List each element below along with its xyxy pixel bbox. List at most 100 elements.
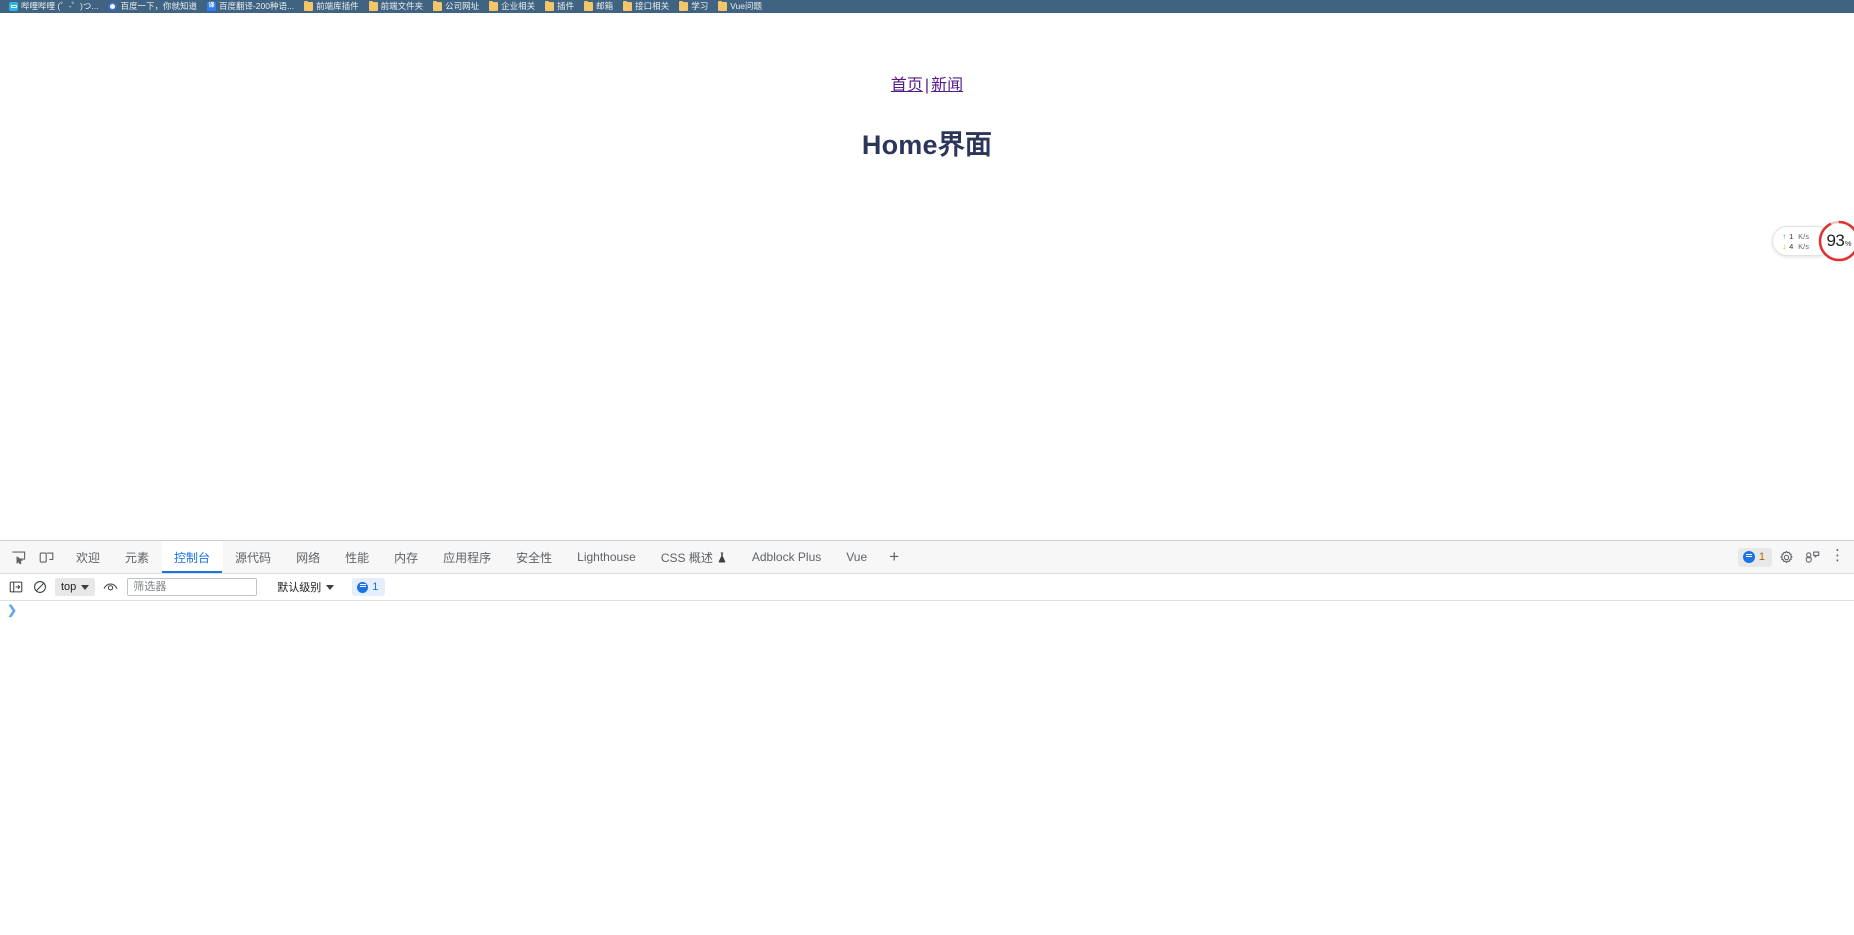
console-toolbar: top 默认级别 1 bbox=[0, 574, 1854, 601]
tab-label: 网络 bbox=[296, 550, 321, 565]
cpu-usage-text: 93 % bbox=[1826, 231, 1851, 251]
tab-adblock-plus[interactable]: Adblock Plus bbox=[740, 541, 834, 573]
bookmark-folder-vue-issues[interactable]: Vue问题 bbox=[713, 0, 767, 13]
bookmark-label: 公司网址 bbox=[445, 1, 480, 11]
console-output-area[interactable]: ❯ bbox=[0, 601, 1854, 935]
tab-console[interactable]: 控制台 bbox=[162, 541, 224, 573]
chevron-down-icon bbox=[81, 584, 90, 590]
tab-network[interactable]: 网络 bbox=[284, 541, 333, 573]
folder-icon bbox=[679, 0, 689, 11]
console-context-value: top bbox=[61, 581, 77, 593]
tab-label: 欢迎 bbox=[76, 550, 101, 565]
upload-speed-unit: K/s bbox=[1798, 231, 1809, 241]
more-options-icon[interactable]: ⋮ bbox=[1826, 544, 1850, 571]
tab-label: Vue bbox=[846, 550, 868, 564]
bookmark-folder-email[interactable]: 邮箱 bbox=[579, 0, 618, 13]
chevron-down-icon bbox=[326, 584, 335, 590]
page-viewport: 首页 | 新闻 Home界面 ↑ 1 K/s ↓ 4 K/s 93 % bbox=[0, 13, 1854, 540]
message-bubble-icon bbox=[357, 581, 369, 593]
upload-speed-value: 1 bbox=[1789, 231, 1794, 241]
tab-performance[interactable]: 性能 bbox=[333, 541, 382, 573]
bookmark-folder-api[interactable]: 接口相关 bbox=[618, 0, 674, 13]
gear-icon[interactable] bbox=[1774, 545, 1798, 569]
tab-application[interactable]: 应用程序 bbox=[431, 541, 504, 573]
console-prompt-input[interactable] bbox=[17, 603, 1854, 619]
console-levels-value: 默认级别 bbox=[277, 582, 322, 594]
bookmark-item-bilibili[interactable]: 哔哩哔哩 (゜-゜)つ... bbox=[4, 0, 103, 13]
console-sidebar-icon[interactable] bbox=[5, 577, 27, 597]
devtools-tab-list: 欢迎 元素 控制台 源代码 网络 性能 内存 应用程序 安全性 Lighthou… bbox=[64, 541, 1738, 573]
tab-vue[interactable]: Vue bbox=[834, 541, 880, 573]
page-nav: 首页 | 新闻 bbox=[0, 75, 1854, 97]
dock-side-icon[interactable] bbox=[1800, 545, 1824, 569]
tab-label: CSS 概述 bbox=[660, 550, 713, 565]
download-arrow-icon: ↓ bbox=[1782, 241, 1787, 251]
bookmark-folder-company-sites[interactable]: 公司网址 bbox=[428, 0, 484, 13]
bookmark-label: 前端库插件 bbox=[316, 1, 359, 11]
bookmark-label: 前端文件夹 bbox=[380, 1, 424, 11]
bookmark-folder-study[interactable]: 学习 bbox=[674, 0, 713, 13]
console-prompt-row[interactable]: ❯ bbox=[0, 601, 1854, 620]
bookmark-item-baidu[interactable]: 百度一下，你就知道 bbox=[103, 0, 202, 13]
folder-icon bbox=[545, 0, 555, 11]
tab-label: 源代码 bbox=[235, 550, 272, 565]
bookmark-folder-frontend-files[interactable]: 前端文件夹 bbox=[364, 0, 429, 13]
cpu-usage-symbol: % bbox=[1844, 239, 1852, 248]
nav-link-home[interactable]: 首页 bbox=[891, 77, 923, 94]
page-title: Home界面 bbox=[861, 130, 993, 161]
tab-label: Adblock Plus bbox=[751, 550, 822, 564]
bookmark-label: 百度翻译-200种语... bbox=[218, 1, 295, 11]
bookmark-folder-enterprise[interactable]: 企业相关 bbox=[484, 0, 540, 13]
add-tab-button[interactable]: + bbox=[880, 541, 908, 573]
bookmark-label: 百度一下，你就知道 bbox=[120, 1, 197, 11]
cpu-usage-value: 93 bbox=[1826, 231, 1845, 250]
bookmark-folder-plugins[interactable]: 插件 bbox=[540, 0, 579, 13]
tab-label: 性能 bbox=[345, 550, 370, 565]
clear-console-icon[interactable] bbox=[29, 577, 51, 597]
eye-icon[interactable] bbox=[99, 577, 121, 597]
baidu-fanyi-icon: 译 bbox=[206, 2, 216, 11]
folder-icon bbox=[623, 0, 633, 11]
bookmark-folder-frontend-libs[interactable]: 前端库插件 bbox=[299, 0, 364, 13]
tab-sources[interactable]: 源代码 bbox=[223, 541, 284, 573]
tab-welcome[interactable]: 欢迎 bbox=[64, 541, 113, 573]
tab-label: 元素 bbox=[125, 550, 150, 565]
experiment-flask-icon bbox=[717, 552, 727, 563]
download-speed-value: 4 bbox=[1789, 241, 1794, 251]
devtools-tabbar-actions: 1 ⋮ bbox=[1737, 541, 1854, 573]
tab-security[interactable]: 安全性 bbox=[504, 541, 565, 573]
console-context-selector[interactable]: top bbox=[55, 578, 96, 596]
message-count: 1 bbox=[1758, 551, 1765, 563]
page-content: 首页 | 新闻 Home界面 bbox=[0, 13, 1854, 162]
folder-icon bbox=[584, 0, 594, 11]
tab-label: Lighthouse bbox=[577, 550, 636, 564]
devtools-tool-icons bbox=[2, 541, 64, 573]
console-filter-input[interactable] bbox=[127, 578, 258, 596]
tab-lighthouse[interactable]: Lighthouse bbox=[565, 541, 649, 573]
bookmark-label: 企业相关 bbox=[501, 1, 536, 11]
folder-icon bbox=[718, 0, 728, 11]
device-toolbar-icon[interactable] bbox=[34, 545, 58, 569]
inspect-element-icon[interactable] bbox=[6, 545, 30, 569]
nav-link-news[interactable]: 新闻 bbox=[931, 77, 963, 94]
bookmark-bar: 哔哩哔哩 (゜-゜)つ... 百度一下，你就知道 译 百度翻译-200种语...… bbox=[0, 0, 1854, 13]
upload-speed-row: ↑ 1 K/s bbox=[1782, 232, 1809, 241]
console-levels-selector[interactable]: 默认级别 bbox=[271, 578, 340, 596]
cpu-usage-gauge[interactable]: 93 % bbox=[1818, 220, 1854, 262]
issues-message-badge[interactable]: 1 bbox=[1737, 547, 1772, 567]
tab-elements[interactable]: 元素 bbox=[113, 541, 162, 573]
bilibili-icon bbox=[9, 2, 18, 11]
console-issues-badge[interactable]: 1 bbox=[352, 578, 386, 596]
tab-memory[interactable]: 内存 bbox=[382, 541, 431, 573]
bookmark-item-baidu-fanyi[interactable]: 译 百度翻译-200种语... bbox=[202, 0, 299, 13]
upload-arrow-icon: ↑ bbox=[1782, 231, 1787, 241]
download-speed-unit: K/s bbox=[1798, 241, 1809, 251]
performance-widget[interactable]: ↑ 1 K/s ↓ 4 K/s 93 % bbox=[1772, 220, 1854, 262]
tab-label: 控制台 bbox=[174, 550, 211, 565]
bookmark-label: 邮箱 bbox=[596, 1, 614, 11]
bookmark-label: 学习 bbox=[691, 1, 709, 11]
message-bubble-icon bbox=[1742, 551, 1755, 563]
tab-css-overview[interactable]: CSS 概述 bbox=[649, 541, 740, 573]
tab-label: 安全性 bbox=[516, 550, 553, 565]
tab-label: 应用程序 bbox=[443, 550, 492, 565]
